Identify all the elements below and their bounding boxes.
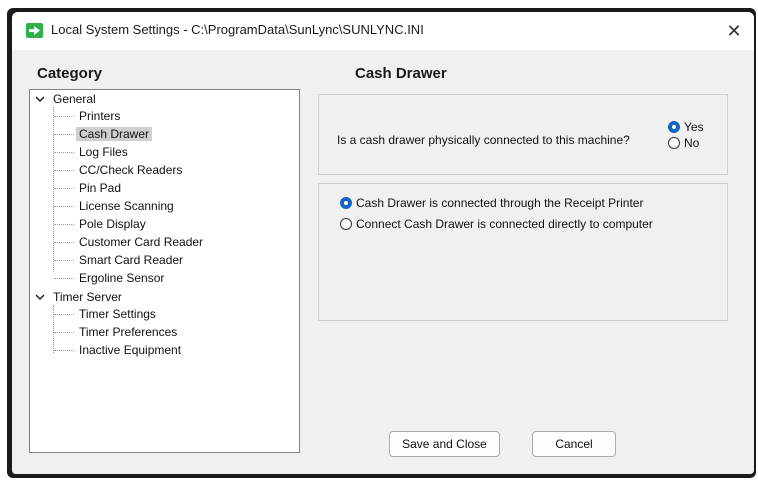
receipt-printer-label: Cash Drawer is connected through the Rec… [356, 196, 644, 210]
tree-group-label: General [53, 92, 96, 106]
tree-group-timer-server[interactable]: Timer Server [34, 288, 125, 306]
tree-group-label: Timer Server [53, 290, 122, 304]
settings-content: Category Cash Drawer General Printers Ca… [12, 50, 754, 474]
option-direct-computer-radio[interactable]: Connect Cash Drawer is connected directl… [340, 216, 653, 232]
settings-window: Local System Settings - C:\ProgramData\S… [12, 12, 754, 474]
close-icon[interactable]: ✕ [714, 12, 754, 50]
tree-item-label: Ergoline Sensor [79, 271, 165, 285]
tree-item-label: Pole Display [79, 217, 146, 231]
category-heading: Category [37, 65, 103, 82]
tree-branch [54, 152, 74, 153]
tree-item-cash-drawer[interactable]: Cash Drawer [76, 125, 153, 143]
save-and-close-button[interactable]: Save and Close [389, 431, 500, 457]
no-label: No [684, 136, 700, 150]
tree-item-label: License Scanning [79, 199, 174, 213]
tree-item-label: Pin Pad [79, 181, 122, 195]
tree-item-pin-pad[interactable]: Pin Pad [76, 179, 124, 197]
category-tree[interactable]: General Printers Cash Drawer Log Files C… [29, 89, 300, 453]
tree-item-label: Printers [79, 109, 121, 123]
tree-item-customer-card-reader[interactable]: Customer Card Reader [76, 233, 206, 251]
tree-item-printers[interactable]: Printers [76, 107, 123, 125]
cancel-button[interactable]: Cancel [532, 431, 616, 457]
tree-branch [54, 188, 74, 189]
yes-radio[interactable]: Yes [668, 119, 704, 135]
tree-item-smart-card-reader[interactable]: Smart Card Reader [76, 251, 186, 269]
tree-item-license-scanning[interactable]: License Scanning [76, 197, 177, 215]
direct-computer-radio-indicator[interactable] [340, 218, 352, 230]
no-radio-indicator[interactable] [668, 137, 680, 149]
tree-connector-general [53, 107, 54, 272]
tree-branch [54, 134, 74, 135]
yes-label: Yes [684, 120, 704, 134]
tree-branch [54, 116, 74, 117]
tree-item-label: Log Files [79, 145, 128, 159]
tree-item-label: Inactive Equipment [79, 343, 182, 357]
tree-branch [54, 242, 74, 243]
tree-item-label: Timer Preferences [79, 325, 178, 339]
tree-item-timer-settings[interactable]: Timer Settings [76, 305, 159, 323]
tree-item-label: Smart Card Reader [79, 253, 184, 267]
tree-branch [54, 332, 74, 333]
tree-item-label: Timer Settings [79, 307, 156, 321]
tree-item-label: CC/Check Readers [79, 163, 183, 177]
tree-item-pole-display[interactable]: Pole Display [76, 215, 149, 233]
tree-group-general[interactable]: General [34, 90, 99, 108]
tree-item-timer-preferences[interactable]: Timer Preferences [76, 323, 180, 341]
tree-branch [54, 314, 74, 315]
connection-type-panel: Cash Drawer is connected through the Rec… [318, 183, 728, 321]
tree-item-label: Cash Drawer [76, 127, 153, 141]
tree-item-inactive-equipment[interactable]: Inactive Equipment [76, 341, 184, 359]
sunlync-app-icon [26, 23, 43, 38]
tree-branch [54, 278, 74, 279]
option-receipt-printer-radio[interactable]: Cash Drawer is connected through the Rec… [340, 195, 643, 211]
tree-item-log-files[interactable]: Log Files [76, 143, 131, 161]
tree-connector-timer [53, 305, 54, 353]
receipt-printer-radio-indicator[interactable] [340, 197, 352, 209]
connection-question-panel: Is a cash drawer physically connected to… [318, 94, 728, 175]
no-radio[interactable]: No [668, 135, 699, 151]
tree-branch [54, 206, 74, 207]
tree-branch [54, 260, 74, 261]
yes-radio-indicator[interactable] [668, 121, 680, 133]
section-heading: Cash Drawer [355, 65, 447, 82]
tree-item-ergoline-sensor[interactable]: Ergoline Sensor [76, 269, 167, 287]
tree-branch [54, 224, 74, 225]
connection-question: Is a cash drawer physically connected to… [337, 133, 630, 147]
tree-item-label: Customer Card Reader [79, 235, 204, 249]
chevron-down-icon[interactable] [34, 291, 46, 303]
direct-computer-label: Connect Cash Drawer is connected directl… [356, 217, 653, 231]
tree-branch [54, 350, 74, 351]
tree-item-cc-check-readers[interactable]: CC/Check Readers [76, 161, 185, 179]
window-title: Local System Settings - C:\ProgramData\S… [51, 22, 424, 37]
title-bar[interactable]: Local System Settings - C:\ProgramData\S… [12, 12, 754, 50]
tree-branch [54, 170, 74, 171]
chevron-down-icon[interactable] [34, 93, 46, 105]
